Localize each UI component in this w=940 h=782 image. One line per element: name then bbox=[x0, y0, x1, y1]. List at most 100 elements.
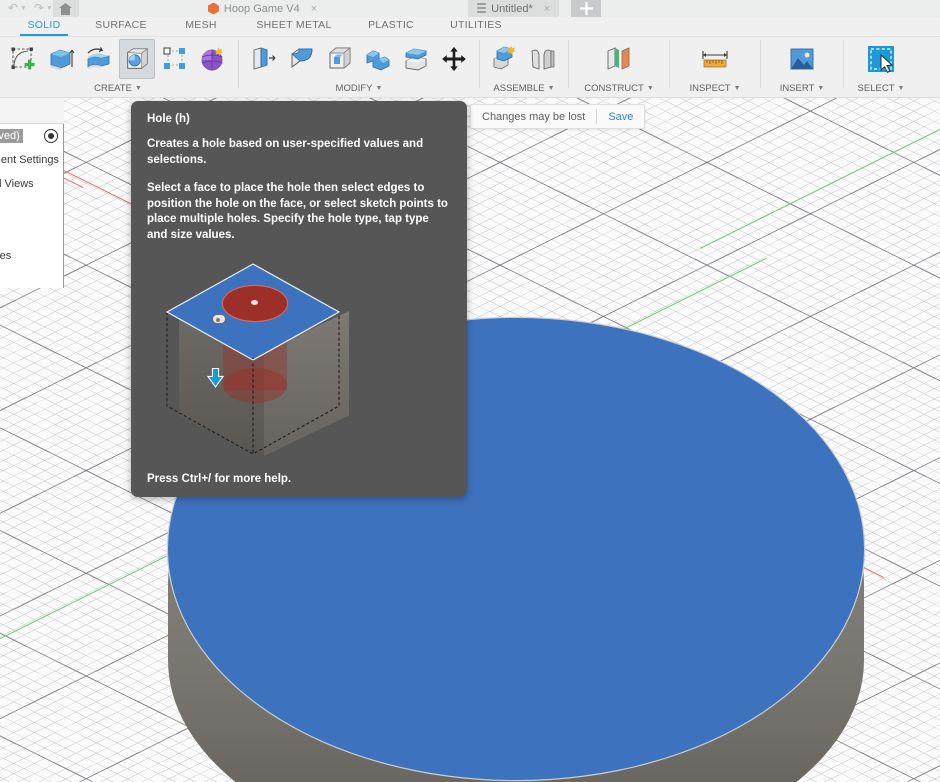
browser-row-sketches[interactable]: Sketches bbox=[0, 244, 63, 268]
tab-label: UTILITIES bbox=[450, 19, 502, 31]
browser-panel-header bbox=[0, 98, 64, 124]
rectangular-pattern-icon bbox=[163, 47, 185, 69]
ribbon-panel-modify-label[interactable]: MODIFY ▼ bbox=[336, 81, 383, 96]
browser-row-origin[interactable]: Origin bbox=[0, 196, 63, 220]
tooltip-footer: Press Ctrl+/ for more help. bbox=[147, 473, 292, 485]
panel-label-text: CREATE bbox=[94, 83, 132, 94]
measure-tool[interactable] bbox=[693, 39, 737, 79]
extrude-tool[interactable] bbox=[43, 39, 79, 79]
ribbon-panel-select-label[interactable]: SELECT ▼ bbox=[858, 81, 905, 96]
browser-row-label: Document Settings bbox=[0, 154, 59, 166]
joint-icon bbox=[531, 49, 555, 70]
fusion-window: (Unsaved) Document Settings Named Views … bbox=[0, 0, 940, 782]
browser-row-bodies[interactable]: Bodies bbox=[0, 220, 63, 244]
workspace-tab-bar: SOLID SURFACE MESH SHEET METAL PLASTIC U… bbox=[0, 17, 940, 37]
tab-label: PLASTIC bbox=[368, 19, 414, 31]
plus-icon bbox=[579, 2, 593, 15]
tab-label: SOLID bbox=[27, 19, 61, 31]
new-component-tool[interactable] bbox=[487, 39, 523, 79]
revolve-tool[interactable] bbox=[81, 39, 117, 79]
combine-tool[interactable] bbox=[360, 39, 396, 79]
measure-ruler-icon bbox=[702, 51, 728, 68]
chevron-down-icon[interactable]: ▼ bbox=[898, 82, 905, 95]
chevron-down-icon[interactable]: ▼ bbox=[20, 5, 27, 12]
chevron-down-icon[interactable]: ▼ bbox=[647, 82, 654, 95]
tab-label: SURFACE bbox=[95, 19, 147, 31]
home-icon[interactable] bbox=[52, 0, 79, 17]
document-tab-label: Untitled* bbox=[491, 2, 533, 15]
tab-mesh[interactable]: MESH bbox=[164, 16, 238, 36]
home-glyph bbox=[59, 2, 73, 15]
browser-panel[interactable]: (Unsaved) Document Settings Named Views … bbox=[0, 98, 64, 288]
chevron-down-icon[interactable]: ▼ bbox=[817, 82, 824, 95]
offset-face-tool[interactable] bbox=[398, 39, 434, 79]
pattern-tool[interactable] bbox=[157, 39, 193, 79]
shell-icon bbox=[329, 47, 351, 69]
tab-surface[interactable]: SURFACE bbox=[79, 16, 163, 36]
ribbon-panel-construct-label[interactable]: CONSTRUCT ▼ bbox=[584, 81, 654, 96]
close-icon[interactable]: × bbox=[544, 3, 550, 15]
document-tab-strip: ↶ ▼ ↷ ▼ Hoop Game V4 × Untitled* × bbox=[0, 0, 940, 17]
ribbon-panel-inspect-label[interactable]: INSPECT ▼ bbox=[689, 81, 740, 96]
tab-plastic[interactable]: PLASTIC bbox=[350, 16, 432, 36]
press-pull-icon bbox=[253, 47, 276, 70]
divider bbox=[238, 40, 239, 88]
ribbon-toolbar: CREATE ▼ MODIFY ▼ ASSEMBLE ▼ CONSTRUCT ▼… bbox=[0, 37, 940, 98]
ribbon-panel-create-label[interactable]: CREATE ▼ bbox=[94, 81, 142, 96]
fillet-tool[interactable] bbox=[284, 39, 320, 79]
chevron-down-icon[interactable]: ▼ bbox=[734, 82, 741, 95]
save-notification-message: Changes may be lost bbox=[482, 110, 586, 123]
divider bbox=[669, 40, 670, 88]
offset-face-icon bbox=[405, 48, 427, 71]
document-tab-hoop-game[interactable]: Hoop Game V4 × bbox=[199, 0, 326, 17]
close-icon[interactable]: × bbox=[311, 3, 317, 15]
joint-tool[interactable] bbox=[525, 39, 561, 79]
document-tab-untitled[interactable]: Untitled* × bbox=[468, 0, 560, 17]
revolve-icon bbox=[87, 47, 110, 70]
visibility-target-icon[interactable] bbox=[44, 129, 58, 143]
tooltip-title: Hole (h) bbox=[147, 113, 190, 125]
browser-row-root[interactable]: (Unsaved) bbox=[0, 124, 63, 148]
move-copy-tool[interactable] bbox=[436, 39, 472, 79]
image-mountain-icon bbox=[790, 48, 814, 70]
chevron-down-icon[interactable]: ▼ bbox=[376, 82, 383, 95]
new-tab-button[interactable] bbox=[571, 0, 602, 17]
create-form-tool[interactable] bbox=[195, 39, 231, 79]
press-pull-tool[interactable] bbox=[246, 39, 282, 79]
ribbon-panel-insert: INSERT ▼ bbox=[763, 37, 841, 98]
tooltip-paragraph-2: Select a face to place the hole then sel… bbox=[147, 182, 448, 241]
create-form-icon bbox=[201, 47, 224, 71]
offset-plane-tool[interactable] bbox=[597, 39, 641, 79]
ribbon-panel-insert-label[interactable]: INSERT ▼ bbox=[780, 81, 825, 96]
chevron-down-icon[interactable]: ▼ bbox=[548, 82, 555, 95]
insert-mesh-tool[interactable] bbox=[780, 39, 824, 79]
chevron-down-icon[interactable]: ▼ bbox=[46, 5, 53, 12]
divider bbox=[596, 109, 598, 124]
tab-sheet-metal[interactable]: SHEET METAL bbox=[239, 16, 349, 36]
tab-label: MESH bbox=[185, 19, 217, 31]
sketch-plus-icon bbox=[11, 47, 35, 70]
divider bbox=[568, 40, 569, 88]
save-button[interactable]: Save bbox=[608, 111, 633, 123]
cube-graphic bbox=[157, 256, 427, 471]
create-sketch-tool[interactable] bbox=[5, 39, 41, 79]
browser-row-named-views[interactable]: Named Views bbox=[0, 172, 63, 196]
browser-row-label: (Unsaved) bbox=[0, 129, 23, 143]
new-component-icon bbox=[493, 45, 516, 70]
select-tool[interactable] bbox=[859, 39, 903, 79]
ribbon-panel-create: CREATE ▼ bbox=[0, 37, 236, 98]
tab-utilities[interactable]: UTILITIES bbox=[433, 16, 519, 36]
ribbon-panel-modify: MODIFY ▼ bbox=[241, 37, 477, 98]
shell-tool[interactable] bbox=[322, 39, 358, 79]
hole-tool[interactable] bbox=[119, 39, 155, 79]
tab-solid[interactable]: SOLID bbox=[10, 16, 78, 36]
chevron-down-icon[interactable]: ▼ bbox=[135, 82, 142, 95]
browser-row-label: Sketches bbox=[0, 250, 12, 262]
fusion-cube-icon bbox=[207, 2, 219, 15]
fillet-icon bbox=[290, 48, 313, 68]
ribbon-panel-assemble-label[interactable]: ASSEMBLE ▼ bbox=[493, 81, 554, 96]
ribbon-panel-select: SELECT ▼ bbox=[846, 37, 916, 98]
offset-plane-icon bbox=[607, 47, 630, 70]
document-tab-label: Hoop Game V4 bbox=[223, 2, 300, 15]
browser-row-document-settings[interactable]: Document Settings bbox=[0, 148, 63, 172]
